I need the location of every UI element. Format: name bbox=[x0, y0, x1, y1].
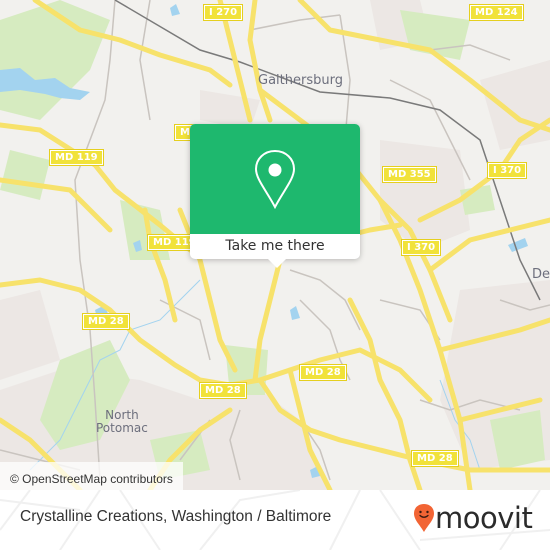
road-shield-i270: I 270 bbox=[202, 4, 244, 21]
location-popup: Take me there bbox=[190, 124, 360, 268]
road-shield-md355: MD 355 bbox=[382, 166, 437, 183]
moovit-wordmark: moovit bbox=[435, 501, 533, 535]
popup-header bbox=[190, 124, 360, 234]
road-shield-md28-3: MD 28 bbox=[199, 382, 247, 399]
place-label-derwood: De bbox=[532, 267, 550, 282]
map-attribution[interactable]: © OpenStreetMap contributors bbox=[0, 462, 183, 490]
popup-pointer bbox=[268, 259, 286, 268]
road-shield-md28: MD 28 bbox=[82, 313, 130, 330]
map-pin-icon bbox=[254, 149, 296, 210]
place-label-gaithersburg: Gaithersburg bbox=[258, 73, 343, 88]
road-shield-md124: MD 124 bbox=[469, 4, 524, 21]
footer-bar: Crystalline Creations, Washington / Balt… bbox=[0, 490, 550, 550]
moovit-logo[interactable]: moovit bbox=[413, 498, 543, 538]
road-shield-i370: I 370 bbox=[486, 162, 528, 179]
moovit-smiley-pin-icon bbox=[414, 504, 434, 532]
location-title: Crystalline Creations, Washington / Balt… bbox=[20, 508, 332, 525]
road-shield-i370-2: I 370 bbox=[400, 239, 442, 256]
road-shield-md28-4: MD 28 bbox=[411, 450, 459, 467]
place-label-north-potomac: North Potomac bbox=[96, 408, 148, 435]
road-shield-md28-2: MD 28 bbox=[299, 364, 347, 381]
map-view[interactable]: Gaithersburg North Potomac De I 270 MD 1… bbox=[0, 0, 550, 490]
road-shield-md119: MD 119 bbox=[49, 149, 104, 166]
take-me-there-button[interactable]: Take me there bbox=[190, 234, 360, 259]
